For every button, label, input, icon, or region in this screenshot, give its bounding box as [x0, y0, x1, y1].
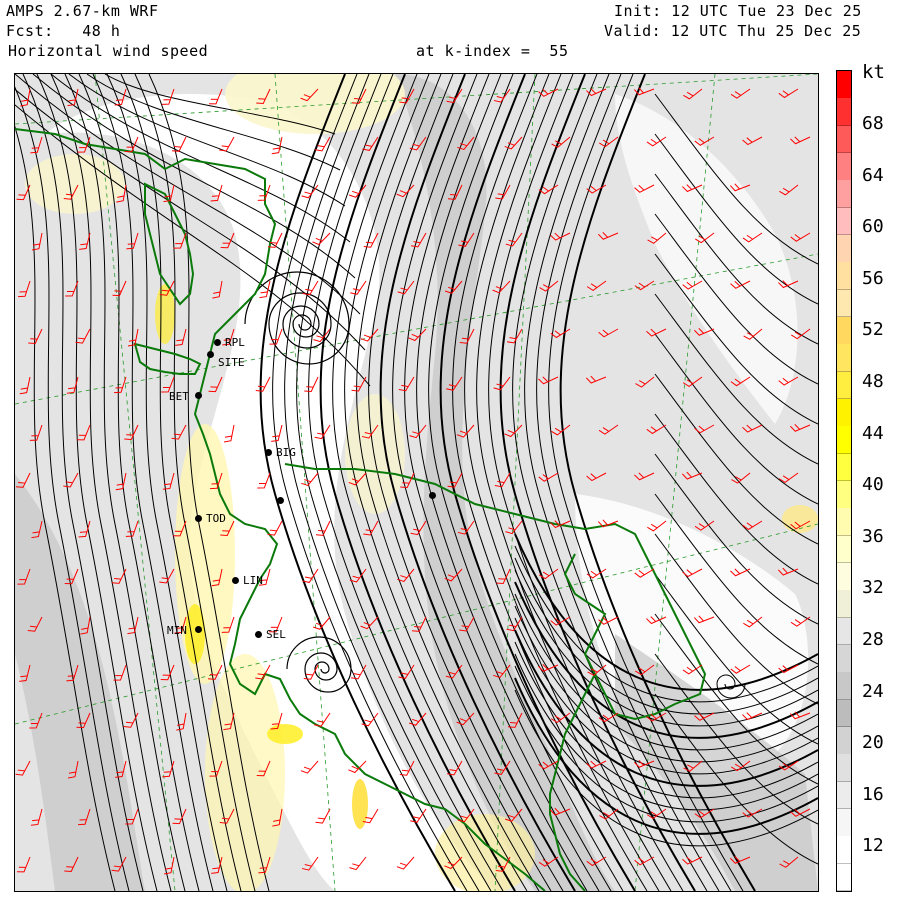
map-canvas — [15, 74, 818, 891]
colorbar-band — [837, 617, 851, 646]
colorbar-band — [837, 481, 851, 509]
init-time: Init: 12 UTC Tue 23 Dec 25 — [614, 2, 862, 20]
colorbar-tick-label: 64 — [862, 164, 884, 186]
forecast-hour: Fcst: 48 h — [6, 22, 121, 40]
station-label-bet: BET — [169, 390, 189, 403]
colorbar-band — [837, 289, 851, 318]
station-dot-unlabeled-1 — [277, 497, 284, 504]
colorbar-tick-label: 56 — [862, 267, 884, 289]
colorbar-band — [837, 535, 851, 564]
station-dot-tod — [195, 515, 202, 522]
colorbar-band — [837, 180, 851, 209]
colorbar-band — [837, 754, 851, 783]
colorbar-band — [837, 781, 851, 810]
colorbar — [836, 70, 852, 892]
colorbar-tick-label: 28 — [862, 629, 884, 650]
colorbar-band — [837, 235, 851, 263]
station-dot-bet — [195, 392, 202, 399]
colorbar-tick-label: 36 — [862, 525, 884, 547]
station-label-lin: LIN — [243, 574, 263, 587]
colorbar-tick-label: 48 — [862, 371, 884, 392]
colorbar-tick-label: 12 — [862, 835, 884, 857]
station-label-tod: TOD — [206, 512, 226, 525]
colorbar-band — [837, 590, 851, 619]
colorbar-tick-label: 44 — [862, 422, 884, 444]
colorbar-band — [837, 836, 851, 865]
wind-speed-map: RPL SITE BET BIG TOD LIN MIN SEL — [14, 73, 819, 892]
colorbar-band — [837, 153, 851, 181]
colorbar-band — [837, 563, 851, 591]
colorbar-band — [837, 426, 851, 455]
colorbar-tick-label: 16 — [862, 783, 884, 805]
colorbar-tick-label: 68 — [862, 113, 884, 134]
colorbar-tick-label: 32 — [862, 577, 884, 599]
colorbar-band — [837, 71, 851, 99]
colorbar-band — [837, 809, 851, 837]
station-dot-rpl — [214, 339, 221, 346]
station-dot-unlabeled-2 — [429, 492, 436, 499]
colorbar-band — [837, 727, 851, 755]
colorbar-band — [837, 645, 851, 673]
colorbar-band — [837, 344, 851, 373]
colorbar-band — [837, 508, 851, 537]
colorbar-band — [837, 699, 851, 728]
colorbar-band — [837, 672, 851, 701]
colorbar-tick-label: 20 — [862, 732, 884, 754]
station-dot-big — [265, 449, 272, 456]
colorbar-band — [837, 863, 851, 892]
colorbar-tick-label: 24 — [862, 680, 884, 702]
station-label-rpl: RPL — [225, 336, 245, 349]
station-dot-sel — [255, 631, 262, 638]
colorbar-tick-label: 40 — [862, 474, 884, 496]
station-dot-min — [195, 626, 202, 633]
colorbar-band — [837, 207, 851, 236]
valid-time: Valid: 12 UTC Thu 25 Dec 25 — [604, 22, 862, 40]
colorbar-band — [837, 399, 851, 427]
station-label-min: MIN — [167, 624, 187, 637]
colorbar-band — [837, 262, 851, 291]
colorbar-tick-label: 52 — [862, 319, 884, 341]
colorbar-band — [837, 317, 851, 345]
colorbar-unit: kt — [862, 61, 885, 83]
field-name: Horizontal wind speed — [8, 42, 209, 60]
colorbar-tick-label: 60 — [862, 216, 884, 238]
colorbar-band — [837, 371, 851, 400]
colorbar-band — [837, 125, 851, 154]
station-dot-lin — [232, 577, 239, 584]
level-label: at k-index = 55 — [416, 42, 569, 60]
station-dot-site — [207, 351, 214, 358]
colorbar-band — [837, 453, 851, 482]
station-label-site: SITE — [218, 356, 245, 369]
colorbar-band — [837, 98, 851, 127]
station-label-sel: SEL — [266, 628, 286, 641]
model-title: AMPS 2.67-km WRF — [6, 2, 159, 20]
station-label-big: BIG — [276, 446, 296, 459]
